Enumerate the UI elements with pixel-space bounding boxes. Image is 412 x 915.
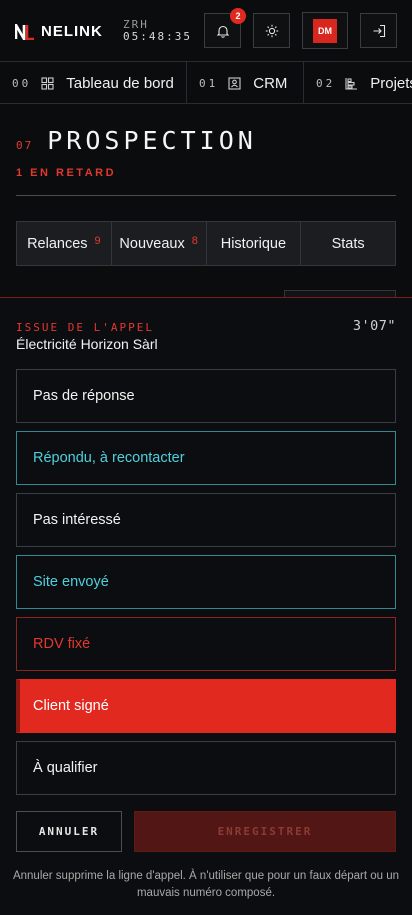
tab-count: 9	[94, 234, 101, 247]
option-site-sent[interactable]: Site envoyé	[16, 555, 396, 609]
option-no-answer[interactable]: Pas de réponse	[16, 369, 396, 423]
nav-item-label: CRM	[253, 74, 288, 92]
divider	[16, 195, 396, 196]
company-name: Électricité Horizon Sàrl	[16, 336, 158, 352]
nav-item-dashboard[interactable]: 00 Tableau de bord	[0, 62, 187, 103]
option-to-qualify[interactable]: À qualifier	[16, 741, 396, 795]
page-title: PROSPECTION	[47, 126, 257, 155]
logout-icon	[373, 24, 385, 37]
save-button[interactable]: ENREGISTRER	[134, 811, 396, 852]
brand-name: NELINK	[41, 23, 103, 40]
option-label: RDV fixé	[33, 636, 91, 652]
page-number: 07	[16, 139, 34, 152]
option-label: Pas intéressé	[33, 512, 121, 528]
clock-time: 05:48:35	[123, 30, 192, 43]
option-label: Client signé	[33, 698, 109, 714]
page-heading: 07 PROSPECTION	[16, 126, 257, 155]
bar-chart-icon	[345, 77, 358, 90]
option-label: À qualifier	[33, 760, 98, 776]
call-outcome-sheet: ISSUE DE L'APPEL Électricité Horizon Sàr…	[0, 297, 412, 915]
option-not-interested[interactable]: Pas intéressé	[16, 493, 396, 547]
nav-item-label: Tableau de bord	[66, 74, 174, 92]
tab-nouveaux[interactable]: Nouveaux 8	[112, 222, 207, 265]
nav-item-projects[interactable]: 02 Projets	[304, 62, 412, 103]
tab-stats[interactable]: Stats	[301, 222, 395, 265]
logo[interactable]: NELINK	[15, 23, 103, 40]
dashboard-icon	[41, 76, 54, 90]
avatar: DM	[313, 18, 337, 43]
prospection-tabs: Relances 9 Nouveaux 8 Historique Stats	[16, 221, 396, 266]
nav-item-number: 00	[12, 76, 32, 90]
option-client-signed[interactable]: Client signé	[16, 679, 396, 733]
theme-toggle-button[interactable]	[253, 13, 290, 48]
nav-item-crm[interactable]: 01 CRM	[187, 62, 304, 103]
tab-relances[interactable]: Relances 9	[17, 222, 112, 265]
tab-label: Historique	[220, 235, 287, 252]
main-nav: 00 Tableau de bord 01 CRM 02 Projets	[0, 62, 412, 104]
option-label: Pas de réponse	[33, 388, 135, 404]
tab-historique[interactable]: Historique	[207, 222, 302, 265]
help-note: Annuler supprime la ligne d'appel. À n'u…	[12, 870, 400, 899]
sun-icon	[265, 24, 278, 37]
top-bar: NELINK ZRH 05:48:35 2 DM	[0, 0, 412, 62]
call-duration: 3'07"	[352, 318, 396, 334]
nav-item-number: 02	[316, 76, 336, 90]
late-count-label: 1 EN RETARD	[16, 167, 117, 179]
notifications-button[interactable]: 2	[204, 8, 246, 48]
notification-badge: 2	[230, 8, 246, 24]
sheet-label: ISSUE DE L'APPEL	[16, 321, 154, 334]
option-callback[interactable]: Répondu, à recontacter	[16, 431, 396, 485]
cancel-button[interactable]: ANNULER	[16, 811, 122, 852]
tab-label: Nouveaux	[119, 235, 185, 252]
option-label: Site envoyé	[33, 574, 109, 590]
nav-item-label: Projets	[370, 74, 412, 92]
user-menu-button[interactable]: DM	[302, 12, 348, 49]
option-meeting-set[interactable]: RDV fixé	[16, 617, 396, 671]
bell-icon	[216, 25, 229, 38]
contact-card-icon	[228, 76, 241, 90]
logo-mark-icon	[15, 23, 34, 40]
option-label: Répondu, à recontacter	[33, 450, 185, 466]
tab-label: Relances	[27, 235, 88, 252]
logout-button[interactable]	[360, 13, 397, 48]
tab-label: Stats	[331, 235, 365, 252]
nav-item-number: 01	[199, 76, 219, 90]
tab-count: 8	[191, 234, 198, 247]
clock: ZRH 05:48:35	[123, 19, 192, 43]
